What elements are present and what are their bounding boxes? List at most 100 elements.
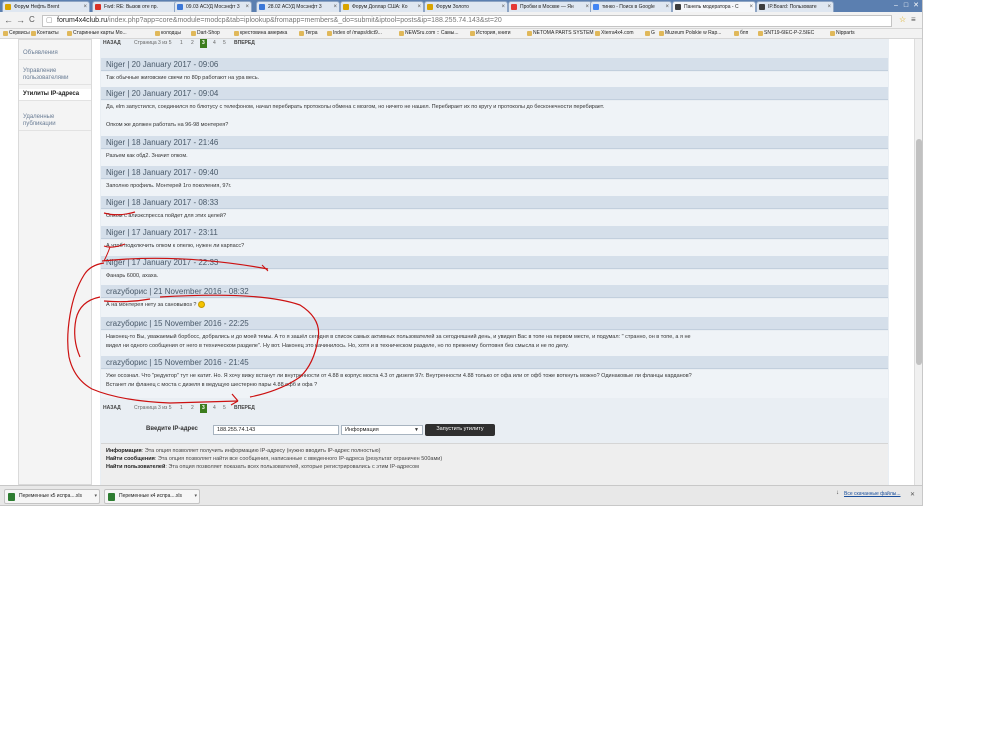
post-header[interactable]: crazyборис | 15 November 2016 - 22:25 — [101, 317, 888, 330]
help-line: Информация: Эта опция позволяет получить… — [106, 448, 381, 454]
bookmark-item[interactable]: SNT19-6IEC-P-2.5IEC — [757, 29, 814, 38]
close-icon[interactable]: × — [333, 2, 337, 12]
tool-mode-select[interactable]: Информация ▼ — [341, 425, 423, 435]
browser-tab[interactable]: IP.Board: Пользовате × — [756, 1, 834, 12]
bookmark-item[interactable]: Контакты — [30, 29, 59, 38]
post-body: Разъем как обд2. Значит опком. — [101, 150, 888, 166]
browser-tab[interactable]: Fwd: RE: Вызов оте пр.× — [92, 1, 180, 12]
pagination-bottom: НАЗАД Страница 3 из 5 1 2 3 4 5 ВПЕРЕД — [103, 404, 303, 414]
post-text: Разъем как обд2. Значит опком. — [106, 153, 188, 159]
browser-tab[interactable]: Пробки в Москве — Ян × — [508, 1, 592, 12]
browser-tab[interactable]: 09.03 АСУД Мосэнфт 3 × — [174, 1, 252, 12]
sidebar-item-ip-tools[interactable]: Утилиты IP-адреса — [19, 89, 91, 101]
page-icon: ▢ — [46, 17, 53, 24]
close-icon[interactable]: × — [827, 2, 831, 12]
main-content: НАЗАД Страница 3 из 5 1 2 3 4 5 ВПЕРЕД N… — [100, 39, 889, 485]
menu-icon[interactable]: ≡ — [911, 15, 916, 24]
prev-page-button[interactable]: НАЗАД — [103, 404, 121, 413]
bookmark-item[interactable]: крестовина америка — [233, 29, 287, 38]
close-icon[interactable]: × — [417, 2, 421, 12]
browser-tab[interactable]: Форум Доллар США: Ко × — [340, 1, 424, 12]
show-all-downloads-link[interactable]: Все скачанные файлы... — [836, 490, 901, 497]
bookmark-item[interactable]: Nipparts — [829, 29, 855, 38]
browser-tab[interactable]: 28.02 АСУД Мосэнфт 3 × — [256, 1, 340, 12]
close-icon[interactable]: × — [585, 2, 589, 12]
bookmark-item[interactable]: Index of /maps/dict9... — [326, 29, 382, 38]
forward-button[interactable]: → — [16, 15, 25, 25]
bookmark-item[interactable]: колодцы — [154, 29, 181, 38]
post-header[interactable]: crazyборис | 21 November 2016 - 08:32 — [101, 285, 888, 298]
tab-strip: Форум Нефть Brent × Fwd: RE: Вызов оте пр… — [0, 0, 922, 12]
post-header[interactable]: Niger | 20 January 2017 - 09:04 — [101, 87, 888, 100]
ip-address-input[interactable]: 188.255.74.143 — [213, 425, 339, 435]
browser-tab[interactable]: Форум Нефть Brent × — [2, 1, 90, 12]
star-icon[interactable]: ☆ — [899, 15, 906, 24]
close-window-button[interactable]: ✕ — [911, 1, 921, 9]
download-item[interactable]: Переменные к4 испра....xls ▾ — [104, 489, 200, 504]
chevron-down-icon[interactable]: ▾ — [94, 490, 97, 503]
next-page-button[interactable]: ВПЕРЕД — [234, 404, 255, 413]
close-icon[interactable]: × — [83, 2, 87, 12]
favicon-icon — [593, 4, 599, 10]
page-link[interactable]: 5 — [223, 39, 226, 48]
post-text: А на монтерея нету за сановывоз ? — [106, 301, 883, 310]
bookmark-item[interactable]: G — [644, 29, 655, 38]
prev-page-button[interactable]: НАЗАД — [103, 39, 121, 48]
post-header[interactable]: Niger | 18 January 2017 - 09:40 — [101, 166, 888, 179]
post-header[interactable]: Niger | 17 January 2017 - 23:11 — [101, 226, 888, 239]
minimize-button[interactable]: – — [891, 2, 901, 9]
help-line: Найти сообщения: Эта опция позволяет най… — [106, 456, 443, 462]
post-text: Фанарь 6000, ахаха. — [106, 273, 159, 279]
page-link-current[interactable]: 3 — [200, 39, 207, 48]
run-tool-button[interactable]: Запустить утилиту — [425, 424, 495, 436]
browser-tab[interactable]: Форум Золото × — [424, 1, 508, 12]
address-bar[interactable]: ▢ forum4x4club.ru/index.php?app=core&modu… — [42, 15, 892, 27]
close-icon[interactable]: × — [245, 2, 249, 12]
close-icon[interactable]: × — [665, 2, 669, 12]
bookmark-item[interactable]: бпп — [733, 29, 748, 38]
ip-lookup-form: Введите IP-адрес 188.255.74.143 Информац… — [101, 421, 888, 439]
bookmark-item[interactable]: Сервисы — [2, 29, 30, 38]
post-header[interactable]: Niger | 18 January 2017 - 08:33 — [101, 196, 888, 209]
post-text: Уже осознал. Что "редуктор" тут не катит… — [106, 373, 692, 379]
browser-tab-active[interactable]: Панель модератора - С × — [672, 1, 756, 12]
scrollbar-thumb[interactable] — [916, 139, 922, 365]
download-item[interactable]: Переменные к5 испра....xls ▾ — [4, 489, 100, 504]
post-header[interactable]: Niger | 17 January 2017 - 22:33 — [101, 256, 888, 269]
page-link[interactable]: 2 — [191, 404, 194, 413]
bookmark-item[interactable]: История, книги — [469, 29, 511, 38]
sidebar-item-deleted-posts[interactable]: Удаленные публикации — [19, 112, 91, 131]
page-info: Страница 3 из 5 — [134, 405, 172, 411]
sidebar-item-announcements[interactable]: Объявления — [19, 48, 91, 60]
next-page-button[interactable]: ВПЕРЕД — [234, 39, 255, 48]
page-link[interactable]: 5 — [223, 404, 226, 413]
post-header[interactable]: Niger | 18 January 2017 - 21:46 — [101, 136, 888, 149]
page-link[interactable]: 1 — [180, 404, 183, 413]
bookmark-item[interactable]: Старинные карты Мо... — [66, 29, 127, 38]
maximize-button[interactable]: □ — [901, 2, 911, 9]
bookmark-item[interactable]: Muzeum Polskie w Rap... — [658, 29, 721, 38]
bookmark-item[interactable]: Xterra4x4.com — [594, 29, 634, 38]
page-link-current[interactable]: 3 — [200, 404, 207, 413]
close-icon[interactable]: × — [749, 2, 753, 12]
reload-button[interactable]: C — [29, 15, 35, 24]
sidebar-item-user-management[interactable]: Управление пользователями — [19, 66, 91, 85]
post-text: Встанет ли фланец с моста с дизеля в вед… — [106, 382, 318, 388]
back-button[interactable]: ← — [4, 15, 13, 25]
bookmark-item[interactable]: Terpa — [298, 29, 318, 38]
browser-tab[interactable]: тинко - Поиск в Google × — [590, 1, 672, 12]
bookmark-item[interactable]: NETOMA PARTS SYSTEM — [526, 29, 594, 38]
page-link[interactable]: 4 — [213, 404, 216, 413]
bookmark-item[interactable]: Dart-Shop — [190, 29, 220, 38]
post-header[interactable]: Niger | 20 January 2017 - 09:06 — [101, 58, 888, 71]
page-link[interactable]: 2 — [191, 39, 194, 48]
chevron-down-icon[interactable]: ▾ — [194, 490, 197, 503]
page-scrollbar[interactable] — [914, 39, 922, 485]
close-downloads-button[interactable]: ✕ — [910, 491, 915, 498]
page-link[interactable]: 1 — [180, 39, 183, 48]
browser-window: Форум Нефть Brent × Fwd: RE: Вызов оте пр… — [0, 0, 923, 506]
close-icon[interactable]: × — [501, 2, 505, 12]
page-link[interactable]: 4 — [213, 39, 216, 48]
bookmark-item[interactable]: NEWSru.com :: Самы... — [398, 29, 458, 38]
post-header[interactable]: crazyборис | 15 November 2016 - 21:45 — [101, 356, 888, 369]
